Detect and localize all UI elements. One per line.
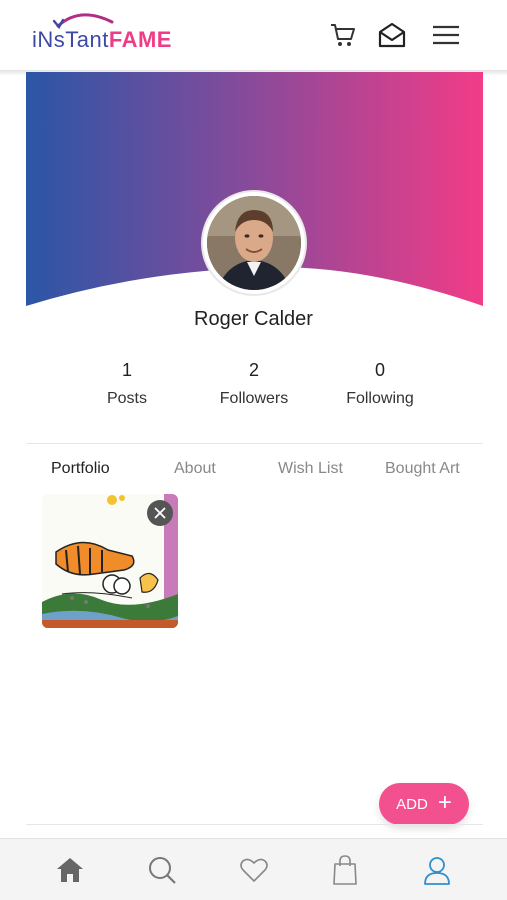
add-button-label: ADD <box>396 795 428 813</box>
logo-text-part2: FAME <box>108 27 172 52</box>
nav-shop[interactable] <box>328 853 362 887</box>
tab-wish-list[interactable]: Wish List <box>278 460 343 478</box>
profile-name: Roger Calder <box>194 308 313 330</box>
close-icon <box>154 507 166 519</box>
tab-portfolio[interactable]: Portfolio <box>51 460 110 478</box>
heart-icon <box>240 858 268 882</box>
shopping-bag-icon <box>333 855 357 885</box>
avatar[interactable] <box>201 190 307 296</box>
search-icon <box>149 857 176 884</box>
add-button[interactable]: ADD + <box>379 783 469 825</box>
plus-icon: + <box>437 789 452 816</box>
cart-icon[interactable] <box>328 20 358 50</box>
remove-item-button[interactable] <box>147 500 173 526</box>
logo-text: iNsTantFAME <box>32 27 172 53</box>
stat-followers[interactable]: 2 Followers <box>194 360 314 408</box>
profile-tabs: Portfolio About Wish List Bought Art <box>0 460 507 482</box>
nav-home[interactable] <box>53 853 87 887</box>
stat-value: 2 <box>248 360 259 380</box>
stat-label: Followers <box>219 390 289 407</box>
app-logo[interactable]: iNsTantFAME <box>32 10 182 55</box>
stat-following[interactable]: 0 Following <box>320 360 440 408</box>
divider <box>26 824 483 825</box>
home-icon <box>57 858 83 882</box>
bottom-nav <box>0 838 507 900</box>
logo-text-part1: iNsTant <box>32 27 109 52</box>
user-icon <box>424 857 450 885</box>
stat-posts[interactable]: 1 Posts <box>67 360 187 408</box>
nav-search[interactable] <box>145 853 179 887</box>
stat-value: 1 <box>121 360 132 380</box>
menu-icon[interactable] <box>431 20 461 50</box>
mail-open-icon[interactable] <box>377 20 407 50</box>
nav-wishlist[interactable] <box>237 853 271 887</box>
profile-photo <box>207 196 301 290</box>
app-header: iNsTantFAME <box>0 0 507 76</box>
nav-profile[interactable] <box>420 853 454 887</box>
stat-label: Posts <box>106 390 147 407</box>
stat-value: 0 <box>374 360 385 380</box>
tab-about[interactable]: About <box>174 460 216 478</box>
divider <box>26 443 483 444</box>
profile-stats: 1 Posts 2 Followers 0 Following <box>0 360 507 420</box>
stat-label: Following <box>346 390 414 407</box>
tab-bought-art[interactable]: Bought Art <box>385 460 460 478</box>
